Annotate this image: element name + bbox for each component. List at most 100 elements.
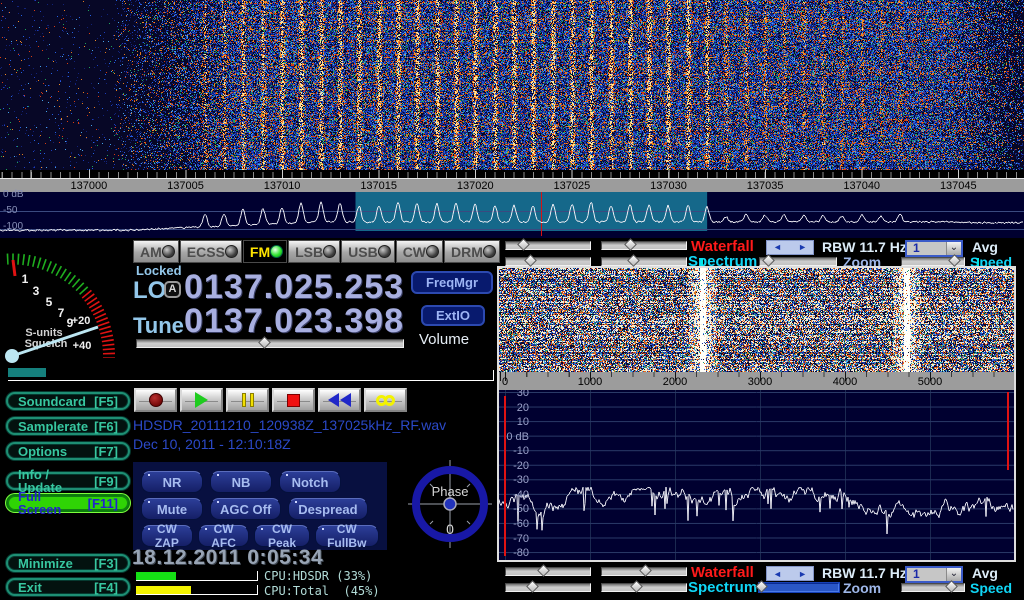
mode-button-usb[interactable]: USB: [341, 240, 395, 263]
rewind-icon: [328, 393, 351, 407]
zoom-upper-slider[interactable]: [759, 257, 837, 266]
rf-waterfall-display[interactable]: [0, 0, 1024, 170]
zoom-lower-slider[interactable]: [759, 583, 839, 592]
nr-button[interactable]: NR: [141, 471, 203, 493]
spectrum-lower-slider-2[interactable]: [601, 583, 687, 592]
waterfall-upper-slider-1[interactable]: [505, 241, 591, 250]
info-update-button[interactable]: Info / Update[F9]: [6, 472, 130, 490]
button-fkey: [F4]: [94, 581, 118, 594]
waterfall-lower-slider-1-thumb[interactable]: [537, 564, 550, 577]
band-edge-marker[interactable]: [1007, 392, 1009, 470]
zoom-label-bottom: Zoom: [843, 582, 881, 595]
waterfall-upper-slider-1-thumb[interactable]: [518, 238, 531, 251]
cw-zap-button[interactable]: CW ZAP: [141, 525, 193, 547]
cw-peak-button[interactable]: CW Peak: [254, 525, 309, 547]
play-button[interactable]: [180, 388, 223, 412]
squelch-threshold-marker: [13, 260, 15, 276]
stop-button[interactable]: [272, 388, 315, 412]
pause-icon: [242, 393, 254, 407]
spinner-left-icon[interactable]: ◄: [773, 569, 782, 579]
mode-button-fm[interactable]: FM: [243, 240, 287, 263]
mode-button-lsb[interactable]: LSB: [288, 240, 340, 263]
ruler-label: 137015: [347, 180, 411, 192]
despread-button[interactable]: Despread: [288, 498, 367, 520]
svg-text:1: 1: [22, 272, 29, 286]
volume-slider[interactable]: [136, 339, 404, 348]
record-button[interactable]: [134, 388, 177, 412]
spectrum-upper-slider-2-thumb[interactable]: [627, 254, 640, 267]
audio-frequency-ruler[interactable]: 010002000300040005000: [499, 372, 1014, 390]
button-label: Minimize: [18, 557, 73, 570]
mode-button-ecss[interactable]: ECSS: [180, 240, 242, 263]
mode-button-cw[interactable]: CW: [396, 240, 443, 263]
band-edge-marker[interactable]: [504, 396, 506, 556]
rf-spectrum-canvas: [0, 192, 1024, 238]
record-icon: [149, 393, 163, 407]
mode-button-drm[interactable]: DRM: [444, 240, 500, 263]
cw-fullbw-button[interactable]: CW FullBw: [315, 525, 379, 547]
spinner-left-icon[interactable]: ◄: [773, 243, 782, 252]
freqmgr-button[interactable]: FreqMgr: [411, 271, 493, 294]
mode-led-icon: [426, 245, 439, 258]
mode-button-bar: AMECSSFMLSBUSBCWDRM: [133, 240, 497, 263]
ruler-label: 137000: [57, 180, 121, 192]
waterfall-upper-slider-2[interactable]: [601, 241, 687, 250]
chevron-down-icon[interactable]: ⌄: [946, 242, 961, 255]
rbw-spinner[interactable]: ◄ ►: [766, 240, 814, 255]
exit-button[interactable]: Exit[F4]: [6, 578, 130, 596]
tune-frequency-value[interactable]: 0137.023.398: [184, 306, 404, 336]
spectrum-lower-slider-1-thumb[interactable]: [526, 580, 539, 593]
button-fkey: [F5]: [94, 395, 118, 408]
spinner-right-icon[interactable]: ►: [798, 243, 807, 252]
speed-upper-slider-thumb[interactable]: [948, 254, 961, 267]
playback-progress-bar[interactable]: [8, 369, 494, 381]
spectrum-lower-slider-2-thumb[interactable]: [630, 580, 643, 593]
audio-waterfall-display[interactable]: [499, 268, 1014, 372]
nb-button[interactable]: NB: [210, 471, 272, 493]
waterfall-lower-slider-2[interactable]: [601, 567, 687, 576]
speed-label-bottom: Speed: [970, 582, 1012, 595]
s-meter-green-scale: [7, 259, 86, 294]
audio-ruler-label: 4000: [813, 376, 877, 388]
rf-waterfall-tickstrip: [0, 170, 1024, 178]
cw-afc-button[interactable]: CW AFC: [198, 525, 250, 547]
zoom-upper-slider-thumb[interactable]: [762, 254, 775, 267]
audio-spectrum-display[interactable]: 3020100 dB-10-20-30-40-50-60-70-80: [499, 390, 1014, 560]
speed-lower-slider[interactable]: [901, 583, 965, 592]
spectrum-upper-slider-1-thumb[interactable]: [524, 254, 537, 267]
spectrum-upper-slider-2[interactable]: [601, 257, 687, 266]
pause-button[interactable]: [226, 388, 269, 412]
extio-button[interactable]: ExtIO: [421, 305, 485, 326]
waterfall-lower-slider-1[interactable]: [505, 567, 591, 576]
speed-lower-slider-thumb[interactable]: [945, 580, 958, 593]
waterfall-upper-slider-2-thumb[interactable]: [625, 238, 638, 251]
auto-badge-icon[interactable]: A: [164, 281, 181, 298]
rf-spectrum-display[interactable]: 0 dB-50-100: [0, 192, 1024, 238]
mute-button[interactable]: Mute: [141, 498, 203, 520]
rewind-button[interactable]: [318, 388, 361, 412]
lo-frequency-value[interactable]: 0137.025.253: [184, 272, 404, 302]
spectrum-lower-slider-1[interactable]: [505, 583, 591, 592]
waterfall-label-top: Waterfall: [691, 240, 754, 253]
agc-off-button[interactable]: AGC Off: [210, 498, 281, 520]
rbw-spinner-bottom[interactable]: ◄ ►: [766, 566, 814, 581]
options-button[interactable]: Options[F7]: [6, 442, 130, 460]
avg-dropdown-bottom[interactable]: 1 ⌄: [905, 566, 963, 583]
spinner-right-icon[interactable]: ►: [798, 569, 807, 579]
mode-button-am[interactable]: AM: [133, 240, 179, 263]
samplerate-button[interactable]: Samplerate[F6]: [6, 417, 130, 435]
rf-frequency-ruler[interactable]: 1370001370051370101370151370201370251370…: [0, 178, 1024, 192]
chevron-down-icon[interactable]: ⌄: [946, 568, 961, 581]
waterfall-lower-slider-2-thumb[interactable]: [639, 564, 652, 577]
loop-button[interactable]: [364, 388, 407, 412]
soundcard-button[interactable]: Soundcard[F5]: [6, 392, 130, 410]
speed-upper-slider[interactable]: [901, 257, 965, 266]
transport-bar: [134, 388, 407, 412]
notch-button[interactable]: Notch: [279, 471, 341, 493]
ruler-label: 137040: [830, 180, 894, 192]
full-screen-button[interactable]: Full Screen[F11]: [6, 494, 130, 512]
avg-label-top: Avg: [972, 241, 998, 254]
spectrum-upper-slider-1[interactable]: [505, 257, 591, 266]
minimize-button[interactable]: Minimize[F3]: [6, 554, 130, 572]
volume-slider-thumb[interactable]: [258, 336, 271, 349]
